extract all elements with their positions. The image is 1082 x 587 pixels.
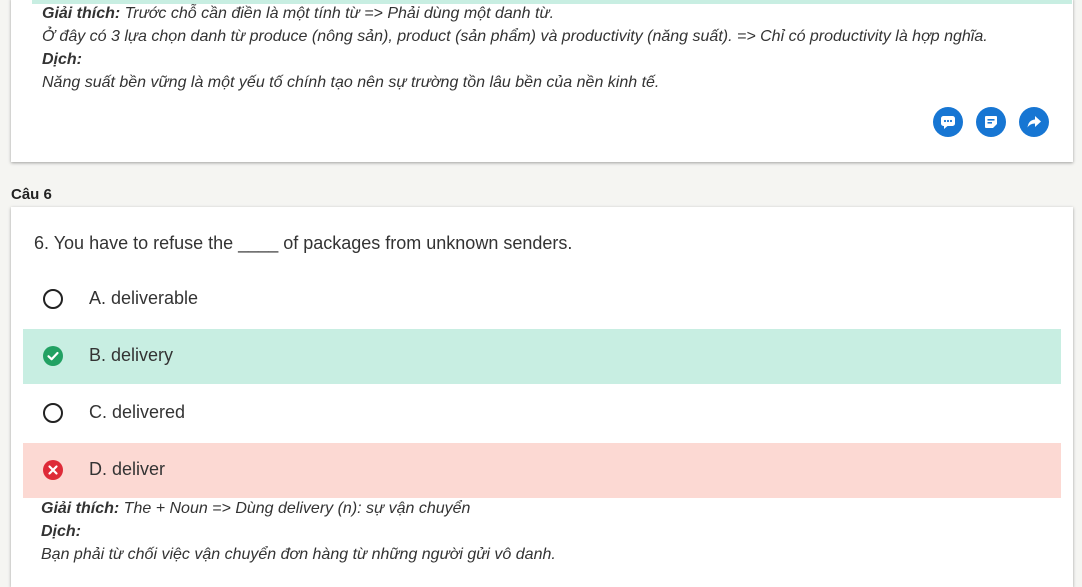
- option-b[interactable]: B. delivery: [23, 329, 1061, 384]
- explanation-label: Giải thích:: [42, 5, 121, 22]
- option-label: D. deliver: [89, 459, 166, 479]
- translation-label: Dịch:: [42, 51, 82, 68]
- explanation-text: Trước chỗ cần điền là một tính từ => Phả…: [120, 5, 555, 22]
- option-label: B. delivery: [89, 345, 174, 365]
- share-icon: [1027, 116, 1041, 128]
- question-number-label: Câu 6: [11, 186, 52, 203]
- check-circle-icon: [43, 346, 63, 366]
- previous-question-card: Giải thích: Trước chỗ cần điền là một tí…: [11, 0, 1073, 162]
- share-button[interactable]: [1019, 107, 1049, 137]
- comment-icon: [941, 116, 955, 129]
- explanation-line: Giải thích: The + Noun => Dùng delivery …: [41, 497, 470, 520]
- note-button[interactable]: [976, 107, 1006, 137]
- radio-unselected-icon[interactable]: [43, 403, 63, 423]
- explanation-text: The + Noun => Dùng delivery (n): sự vận …: [119, 500, 471, 517]
- cross-circle-icon: [43, 460, 63, 480]
- option-label: A. deliverable: [89, 288, 199, 308]
- option-a[interactable]: A. deliverable: [23, 272, 1061, 327]
- explanation-detail: Ở đây có 3 lựa chọn danh từ produce (nôn…: [42, 28, 988, 45]
- comment-button[interactable]: [933, 107, 963, 137]
- option-label: C. delivered: [89, 402, 186, 422]
- translation-text: Năng suất bền vững là một yếu tố chính t…: [42, 74, 660, 91]
- explanation-line: Giải thích: Trước chỗ cần điền là một tí…: [42, 2, 554, 25]
- note-icon: [985, 116, 997, 128]
- explanation-label: Giải thích:: [41, 500, 120, 517]
- question-text: 6. You have to refuse the ____ of packag…: [34, 233, 573, 253]
- option-c[interactable]: C. delivered: [23, 386, 1061, 441]
- translation-label: Dịch:: [41, 523, 81, 540]
- radio-unselected-icon[interactable]: [43, 289, 63, 309]
- action-buttons: [933, 107, 1049, 137]
- translation-text: Bạn phải từ chối việc vận chuyển đơn hàn…: [41, 546, 556, 563]
- question-card: 6. You have to refuse the ____ of packag…: [11, 207, 1073, 587]
- option-d[interactable]: D. deliver: [23, 443, 1061, 498]
